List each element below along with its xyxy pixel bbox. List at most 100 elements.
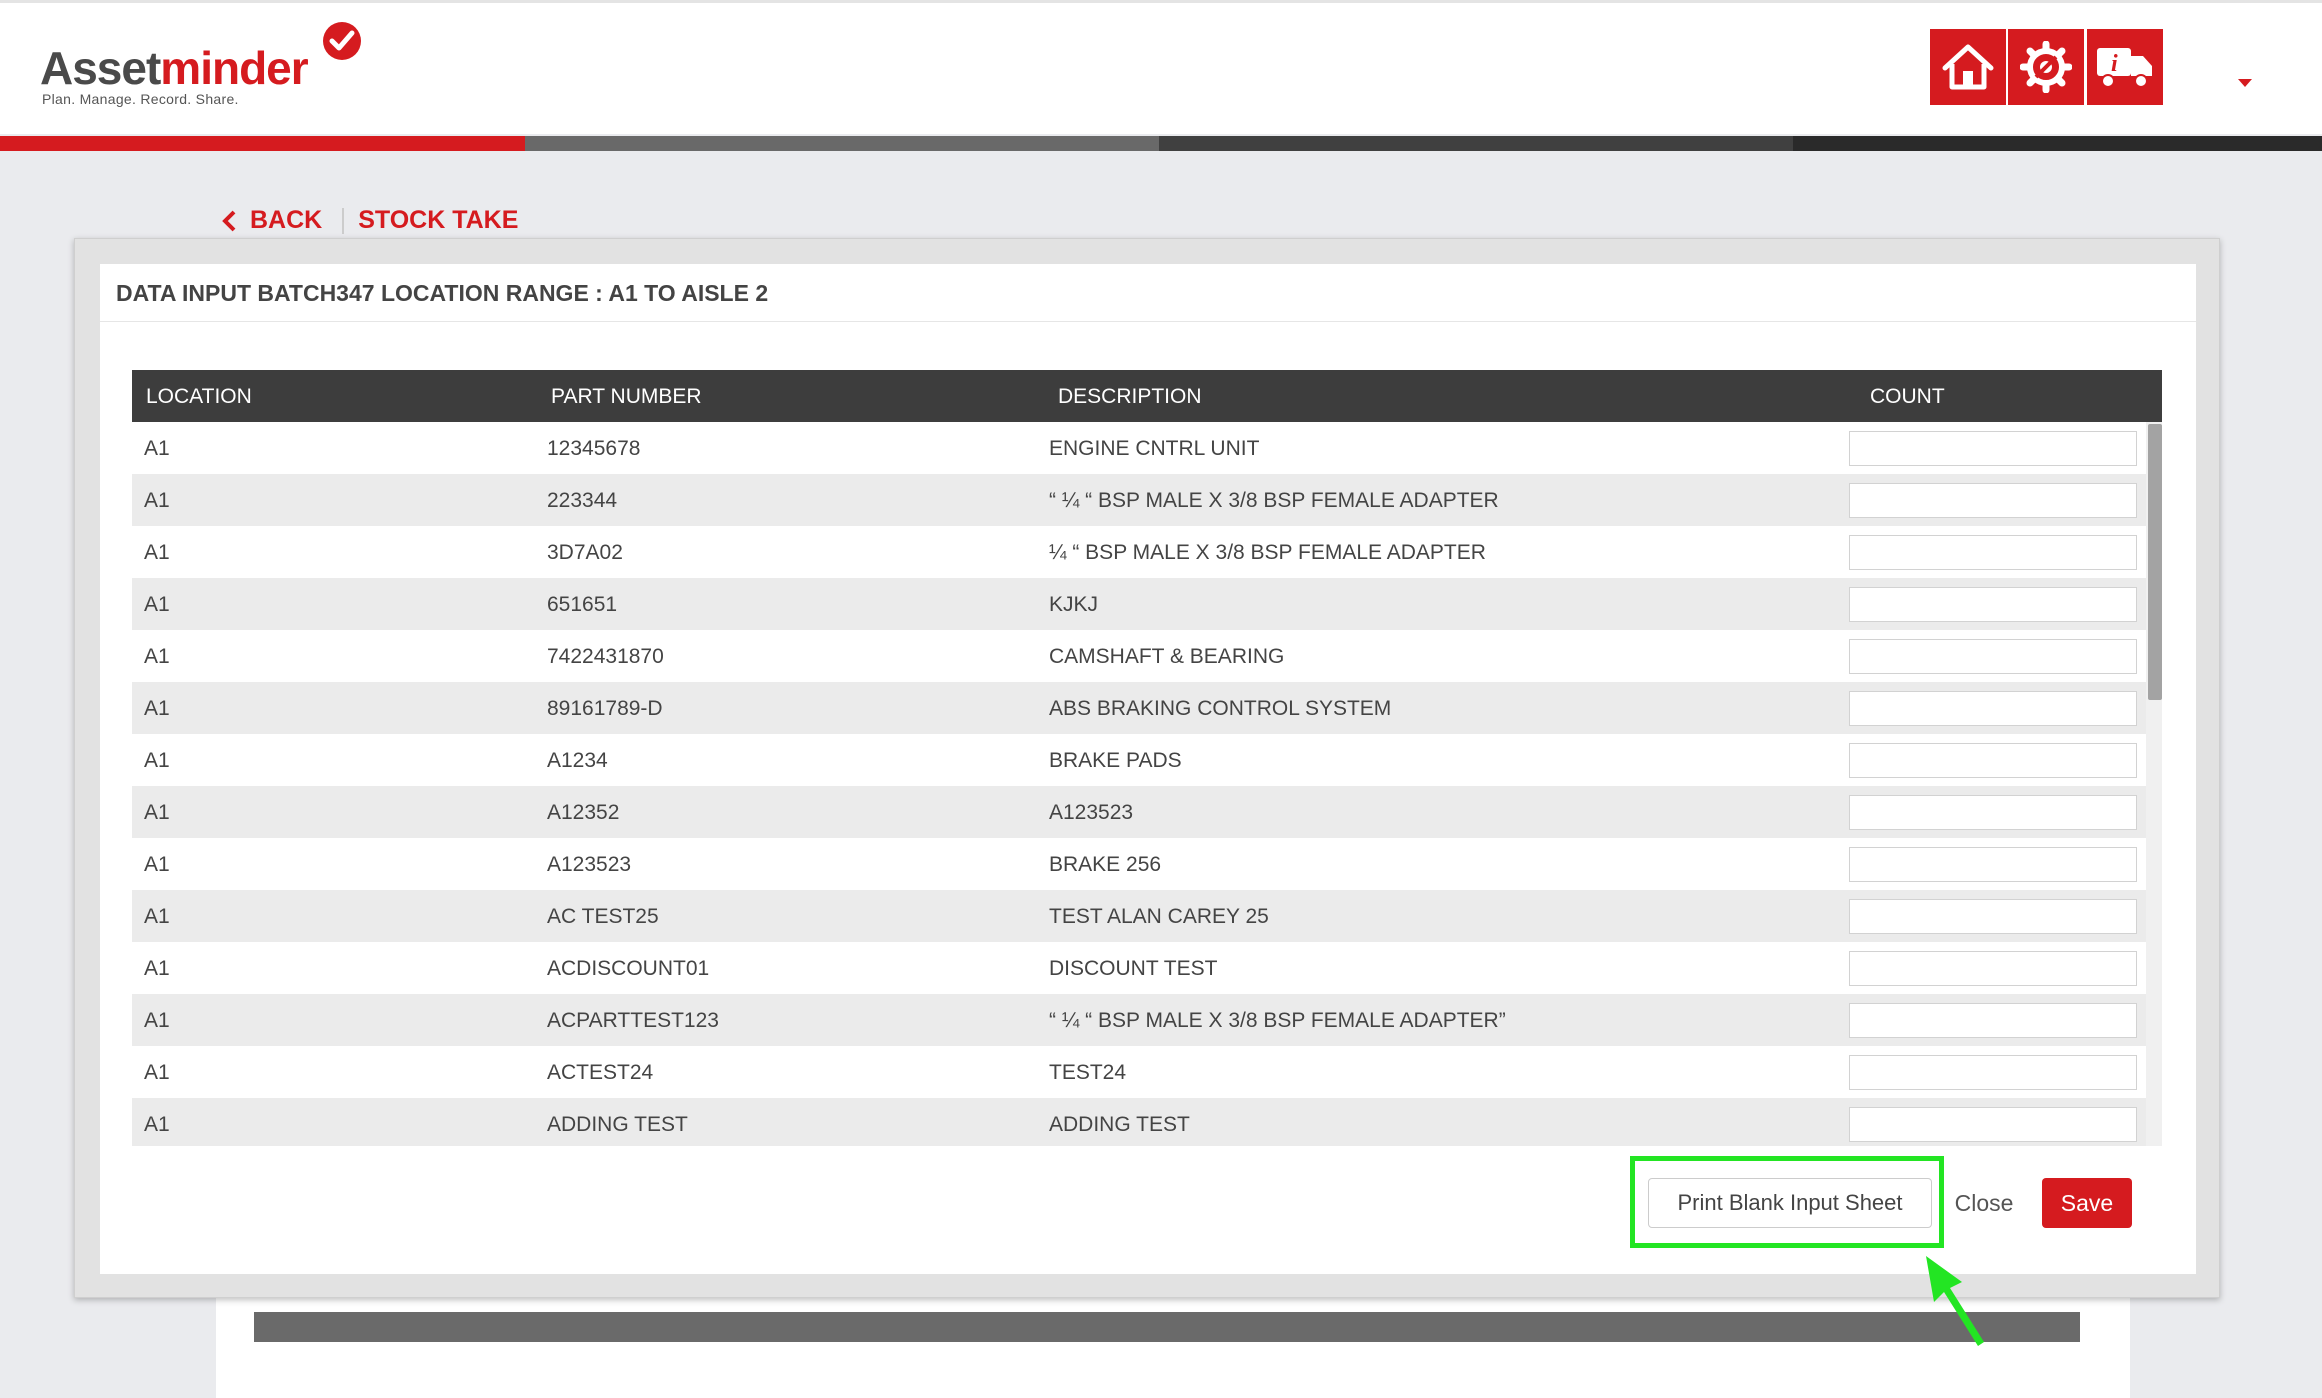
cell-part-number: ACPARTTEST123 [547,1009,719,1032]
cell-part-number: 89161789-D [547,697,663,720]
svg-text:i: i [2111,51,2118,77]
cell-description: TEST24 [1049,1061,1127,1084]
chevron-left-icon [222,210,236,231]
count-input[interactable] [1849,1107,2137,1142]
table-row: A1 651651 KJKJ [132,578,2146,630]
table-row: A1 223344 “ ¼ “ BSP MALE X 3/8 BSP FEMALE … [132,474,2146,526]
table-row: A1 A1234 BRAKE PADS [132,734,2146,786]
cell-part-number: 651651 [547,593,618,616]
breadcrumb-separator [342,207,345,234]
header-stripe-black [1793,136,2322,151]
table-row: A1 ACPARTTEST123 “ ¼ “ BSP MALE X 3/8 BSP … [132,994,2146,1046]
table-row: A1 7422431870 CAMSHAFT & BEARING [132,630,2146,682]
cell-part-number: ADDING TEST [547,1113,688,1136]
settings-button[interactable] [2008,29,2084,105]
breadcrumb-title[interactable]: STOCK TAKE [358,206,518,235]
table-header: LOCATION PART NUMBER DESCRIPTION COUNT [132,370,2162,422]
header-description: DESCRIPTION [1058,385,1202,408]
close-button[interactable]: Close [1948,1178,2020,1228]
cell-location: A1 [144,645,170,668]
cell-location: A1 [144,1113,170,1136]
home-icon [1942,44,1994,90]
cell-description: TEST ALAN CAREY 25 [1049,905,1269,928]
cell-location: A1 [144,801,170,824]
count-input[interactable] [1849,535,2137,570]
count-input[interactable] [1849,847,2137,882]
checkmark-badge-icon [323,22,361,60]
cell-part-number: 7422431870 [547,645,664,668]
cell-location: A1 [144,593,170,616]
cell-description: ¼ “ BSP MALE X 3/8 BSP FEMALE ADAPTER [1049,541,1486,564]
table-row: A1 ACTEST24 TEST24 [132,1046,2146,1098]
count-input[interactable] [1849,1055,2137,1090]
header-stripe-dark [1159,136,1793,151]
count-input[interactable] [1849,431,2137,466]
cell-location: A1 [144,1061,170,1084]
delivery-button[interactable]: i [2087,29,2163,105]
delivery-truck-info-icon: i [2097,48,2152,88]
save-button[interactable]: Save [2042,1178,2132,1228]
cell-location: A1 [144,905,170,928]
count-input[interactable] [1849,691,2137,726]
count-input[interactable] [1849,899,2137,934]
logo-tagline: Plan. Manage. Record. Share. [42,91,239,107]
background-table-header [254,1312,2080,1342]
cell-part-number: ACTEST24 [547,1061,654,1084]
logo-text-asset: Asset [40,42,161,94]
table-row: A1 A123523 BRAKE 256 [132,838,2146,890]
table-row: A1 89161789-D ABS BRAKING CONTROL SYSTEM [132,682,2146,734]
cell-description: BRAKE PADS [1049,749,1182,772]
breadcrumb: BACK STOCK TAKE [222,206,518,235]
cell-location: A1 [144,853,170,876]
cell-description: ADDING TEST [1049,1113,1190,1136]
cell-location: A1 [144,437,170,460]
modal-title: DATA INPUT BATCH347 LOCATION RANGE : A1 … [100,264,2196,322]
cell-part-number: 3D7A02 [547,541,623,564]
cell-part-number: ACDISCOUNT01 [547,957,710,980]
cell-part-number: AC TEST25 [547,905,659,928]
cell-description: A123523 [1049,801,1134,824]
table-row: A1 ACDISCOUNT01 DISCOUNT TEST [132,942,2146,994]
back-label: BACK [250,206,323,234]
back-link[interactable]: BACK [222,206,322,235]
cell-part-number: A12352 [547,801,620,824]
count-input[interactable] [1849,587,2137,622]
caret-down-icon[interactable] [2238,79,2252,87]
cell-part-number: A123523 [547,853,632,876]
data-input-modal: DATA INPUT BATCH347 LOCATION RANGE : A1 … [100,264,2196,1274]
header-part-number: PART NUMBER [551,385,702,408]
cell-description: CAMSHAFT & BEARING [1049,645,1285,668]
table-row: A1 12345678 ENGINE CNTRL UNIT [132,422,2146,474]
count-input[interactable] [1849,1003,2137,1038]
table-row: A1 A12352 A123523 [132,786,2146,838]
count-input[interactable] [1849,483,2137,518]
cell-description: BRAKE 256 [1049,853,1162,876]
assetminder-logo[interactable]: Assetminder Plan. Manage. Record. Share. [40,21,370,111]
cell-location: A1 [144,1009,170,1032]
cell-description: KJKJ [1049,593,1099,616]
count-input[interactable] [1849,639,2137,674]
header-stripe-gray [525,136,1159,151]
pointer-arrow-icon [1926,1256,1984,1346]
cell-location: A1 [144,489,170,512]
count-input[interactable] [1849,743,2137,778]
cell-location: A1 [144,697,170,720]
table-body: A1 12345678 ENGINE CNTRL UNIT A1 223344 “ ¼ “… [132,422,2146,1146]
logo-text-minder: minder [160,42,308,94]
highlight-box [1630,1156,1944,1248]
scrollbar-thumb[interactable] [2148,424,2162,700]
cell-location: A1 [144,749,170,772]
cell-part-number: 223344 [547,489,618,512]
table-row: A1 ADDING TEST ADDING TEST [132,1098,2146,1146]
settings-gear-icon [2020,41,2072,93]
cell-description: “ ¼ “ BSP MALE X 3/8 BSP FEMALE ADAPTER” [1049,1009,1506,1032]
cell-description: “ ¼ “ BSP MALE X 3/8 BSP FEMALE ADAPTER [1049,489,1499,512]
cell-description: ENGINE CNTRL UNIT [1049,437,1260,460]
cell-location: A1 [144,957,170,980]
header-location: LOCATION [146,385,252,408]
count-input[interactable] [1849,795,2137,830]
cell-description: ABS BRAKING CONTROL SYSTEM [1049,697,1392,720]
header-count: COUNT [1870,385,1945,408]
count-input[interactable] [1849,951,2137,986]
home-button[interactable] [1930,29,2006,105]
